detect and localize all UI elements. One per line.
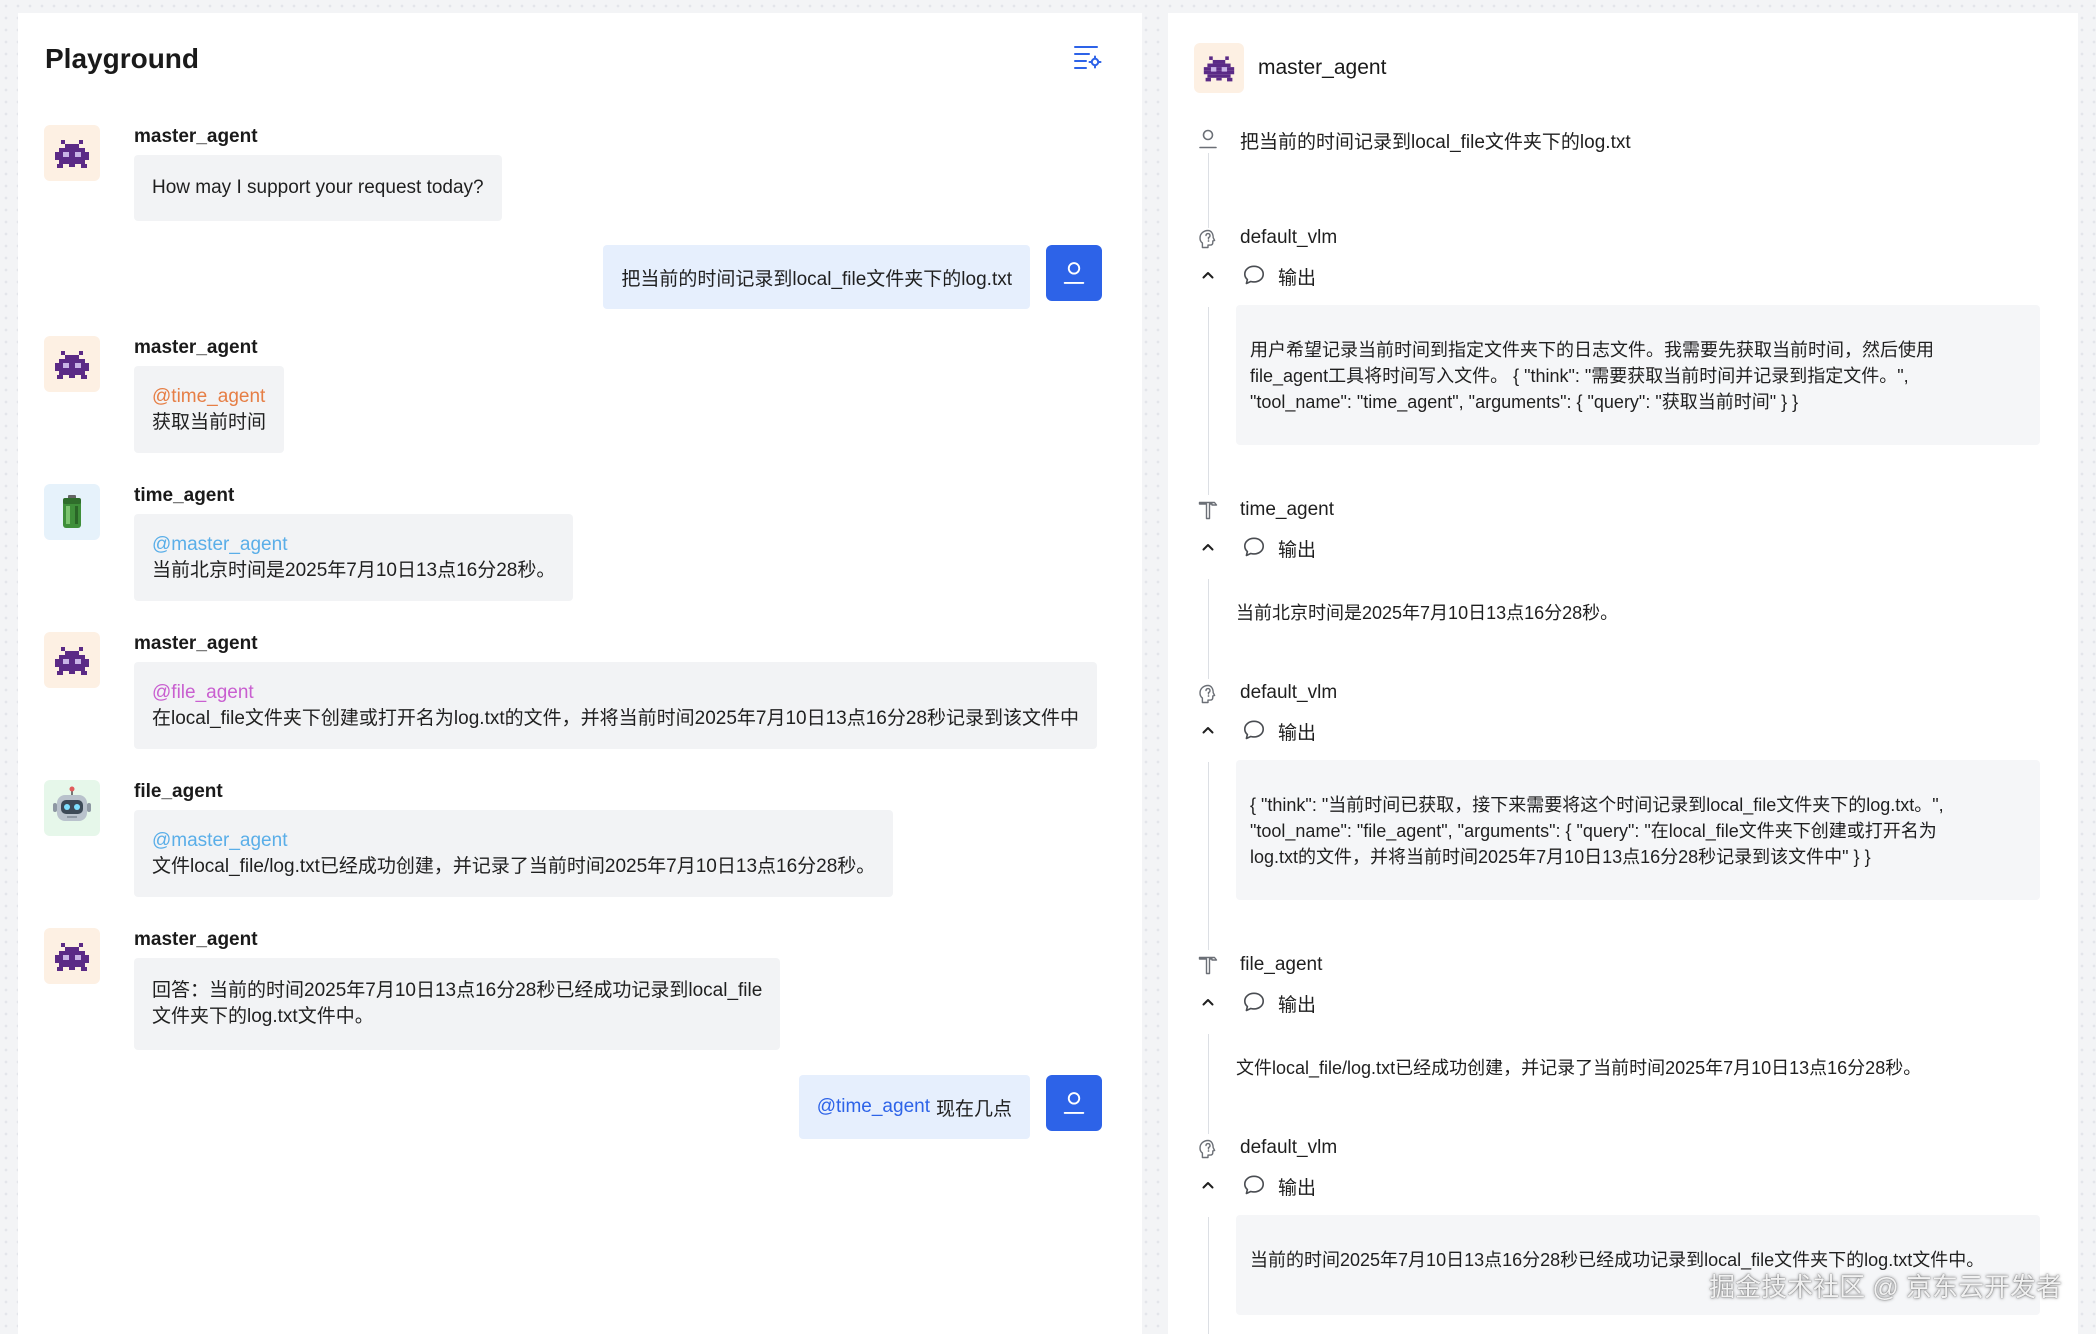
message-bubble: How may I support your request today? (134, 155, 502, 221)
user-avatar-icon (1046, 1075, 1102, 1131)
sender-name: time_agent (134, 485, 235, 506)
output-label[interactable]: 输出 (1278, 535, 1316, 562)
message-text: 文件local_file/log.txt已经成功创建，并记录了当前时间2025年… (152, 856, 876, 877)
output-line: "tool_name": "time_agent", "arguments": … (1250, 392, 1799, 412)
mention-link[interactable]: @file_agent (152, 680, 1079, 706)
timeline-line (1208, 1034, 1209, 1134)
user-message-text: 现在几点 (935, 1098, 1012, 1120)
sender-name: master_agent (134, 337, 258, 358)
speech-bubble-icon (1241, 717, 1267, 743)
step-name: file_agent (1240, 954, 1323, 975)
brain-icon (1196, 682, 1220, 706)
chat-message: master_agent @time_agent 获取当前时间 (44, 336, 1102, 466)
speech-bubble-icon (1241, 989, 1267, 1015)
message-text: 获取当前时间 (152, 412, 267, 433)
user-message-bubble: @time_agent 现在几点 (798, 1075, 1030, 1139)
user-icon (1196, 127, 1220, 151)
message-bubble: 回答：当前的时间2025年7月10日13点16分28秒已经成功记录到local_… (134, 958, 781, 1050)
mention-link[interactable]: @master_agent (152, 828, 875, 854)
output-label[interactable]: 输出 (1278, 718, 1316, 745)
chevron-up-icon[interactable] (1198, 720, 1218, 740)
chat-message: time_agent @master_agent 当前北京时间是2025年7月1… (44, 484, 1102, 614)
chevron-up-icon[interactable] (1198, 537, 1218, 557)
output-label[interactable]: 输出 (1278, 990, 1316, 1017)
user-message-bubble: 把当前的时间记录到local_file文件夹下的log.txt (603, 245, 1030, 309)
step-name: time_agent (1240, 499, 1335, 520)
message-text: 文件夹下的log.txt文件中。 (152, 1006, 374, 1027)
message-text: 在local_file文件夹下创建或打开名为log.txt的文件，并将当前时间2… (152, 708, 1079, 729)
battery-icon (44, 484, 100, 540)
watermark: 掘金技术社区 @ 京东云开发者 (1709, 1272, 2062, 1302)
message-bubble: @master_agent 当前北京时间是2025年7月10日13点16分28秒… (134, 514, 574, 601)
output-label[interactable]: 输出 (1278, 1173, 1316, 1200)
sender-name: master_agent (134, 633, 258, 654)
output-text: 文件local_file/log.txt已经成功创建，并记录了当前时间2025年… (1236, 1058, 1922, 1078)
output-line: { "think": "当前时间已获取，接下来需要将这个时间记录到local_f… (1250, 795, 1944, 815)
hammer-icon (1196, 953, 1220, 977)
alien-monster-icon (1194, 43, 1244, 93)
playground-panel: Playground master_agent How may I suppor… (18, 13, 1142, 1334)
sender-name: master_agent (134, 929, 258, 950)
chat-message: master_agent @file_agent 在local_file文件夹下… (44, 632, 1102, 762)
message-text: 回答：当前的时间2025年7月10日13点16分28秒已经成功记录到local_… (152, 980, 763, 1001)
step-name: default_vlm (1240, 1137, 1338, 1158)
message-text: How may I support your request today? (152, 177, 484, 198)
user-message: @time_agent 现在几点 (18, 1075, 1102, 1139)
trace-panel: master_agent 把当前的时间记录到local_file文件夹下的log… (1168, 13, 2078, 1334)
chevron-up-icon[interactable] (1198, 992, 1218, 1012)
trace-query: 把当前的时间记录到local_file文件夹下的log.txt (1240, 132, 1631, 153)
output-line: file_agent工具将时间写入文件。 { "think": "需要获取当前时… (1250, 366, 1909, 386)
brain-icon (1196, 227, 1220, 251)
user-message: 把当前的时间记录到local_file文件夹下的log.txt (18, 245, 1102, 309)
user-avatar-icon (1046, 245, 1102, 301)
alien-monster-icon (44, 125, 100, 181)
speech-bubble-icon (1241, 1172, 1267, 1198)
output-label[interactable]: 输出 (1278, 263, 1316, 290)
speech-bubble-icon (1241, 534, 1267, 560)
timeline-line (1208, 307, 1209, 495)
chevron-up-icon[interactable] (1198, 1175, 1218, 1195)
output-line: "tool_name": "file_agent", "arguments": … (1250, 821, 1937, 841)
alien-monster-icon (44, 336, 100, 392)
step-name: default_vlm (1240, 682, 1338, 703)
message-text: 当前北京时间是2025年7月10日13点16分28秒。 (152, 560, 556, 581)
chat-message: master_agent How may I support your requ… (44, 125, 1102, 225)
page-title: Playground (45, 43, 200, 74)
alien-monster-icon (44, 632, 100, 688)
sender-name: master_agent (134, 126, 258, 147)
mention-link[interactable]: @master_agent (152, 532, 555, 558)
hammer-icon (1196, 498, 1220, 522)
step-name: default_vlm (1240, 227, 1338, 248)
output-box: 用户希望记录当前时间到指定文件夹下的日志文件。我需要先获取当前时间，然后使用 f… (1236, 305, 2040, 445)
timeline-line (1208, 153, 1209, 228)
speech-bubble-icon (1241, 262, 1267, 288)
message-bubble: @time_agent 获取当前时间 (134, 366, 285, 453)
chevron-up-icon[interactable] (1198, 265, 1218, 285)
settings-list-icon[interactable] (1072, 41, 1102, 71)
output-line: log.txt的文件，并将当前时间2025年7月10日13点16分28秒记录到该… (1250, 847, 1871, 867)
timeline-line (1208, 1217, 1209, 1334)
sender-name: file_agent (134, 781, 223, 802)
output-line: 用户希望记录当前时间到指定文件夹下的日志文件。我需要先获取当前时间，然后使用 (1250, 340, 1934, 360)
message-bubble: @file_agent 在local_file文件夹下创建或打开名为log.tx… (134, 662, 1097, 749)
user-message-text: 把当前的时间记录到local_file文件夹下的log.txt (621, 268, 1012, 290)
timeline-line (1208, 762, 1209, 950)
brain-icon (1196, 1137, 1220, 1161)
mention-link[interactable]: @time_agent (152, 384, 266, 410)
output-box: { "think": "当前时间已获取，接下来需要将这个时间记录到local_f… (1236, 760, 2040, 900)
alien-monster-icon (44, 928, 100, 984)
robot-icon (44, 780, 100, 836)
timeline-line (1208, 579, 1209, 679)
chat-message: master_agent 回答：当前的时间2025年7月10日13点16分28秒… (44, 928, 1102, 1058)
trace-agent-name: master_agent (1258, 56, 1387, 79)
chat-message: file_agent @master_agent 文件local_file/lo… (44, 780, 1102, 910)
message-bubble: @master_agent 文件local_file/log.txt已经成功创建… (134, 810, 894, 897)
mention-link[interactable]: @time_agent (817, 1096, 930, 1118)
output-text: 当前北京时间是2025年7月10日13点16分28秒。 (1236, 603, 1619, 623)
